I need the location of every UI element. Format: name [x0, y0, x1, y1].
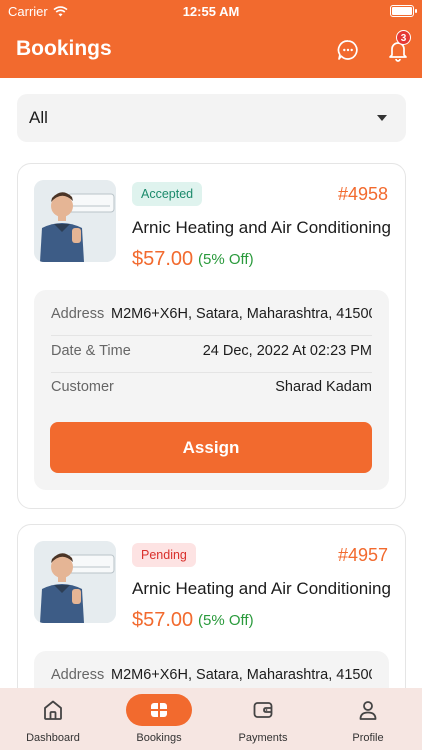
nav-label: Dashboard — [26, 732, 80, 744]
notification-badge: 3 — [396, 30, 411, 45]
status-badge: Accepted — [132, 182, 203, 206]
chat-icon[interactable] — [336, 38, 360, 62]
nav-label: Bookings — [136, 732, 182, 744]
profile-icon — [359, 701, 377, 720]
customer-value: Sharad Kadam — [275, 379, 372, 395]
address-label: Address — [51, 306, 105, 322]
page-title: Bookings — [16, 37, 112, 60]
status-bar: Carrier 12:55 AM — [0, 0, 422, 22]
booking-details: Address M2M6+X6H, Satara, Maharashtra, 4… — [34, 290, 389, 490]
nav-bookings[interactable]: Bookings — [117, 688, 201, 750]
status-filter-dropdown[interactable]: All — [17, 94, 406, 142]
address-value: M2M6+X6H, Satara, Maharashtra, 41500 — [111, 667, 372, 683]
battery-icon — [390, 5, 417, 17]
datetime-row: Date & Time 24 Dec, 2022 At 02:23 PM — [51, 333, 372, 369]
chevron-down-icon — [377, 115, 387, 121]
customer-row: Customer Sharad Kadam — [51, 369, 372, 405]
service-thumbnail — [34, 180, 116, 262]
status-time: 12:55 AM — [182, 4, 240, 19]
nav-label: Profile — [352, 732, 384, 744]
assign-button[interactable]: Assign — [50, 422, 372, 473]
datetime-value: 24 Dec, 2022 At 02:23 PM — [202, 343, 372, 359]
address-value: M2M6+X6H, Satara, Maharashtra, 41500 — [111, 306, 372, 322]
discount: (5% Off) — [198, 251, 254, 268]
bottom-navigation: Dashboard Bookings Payments Profile — [0, 688, 422, 750]
filter-selected-value: All — [29, 108, 48, 127]
service-name: Arnic Heating and Air Conditioning — [132, 579, 391, 598]
service-name: Arnic Heating and Air Conditioning — [132, 218, 391, 237]
address-row: Address M2M6+X6H, Satara, Maharashtra, 4… — [51, 296, 372, 332]
price: $57.00 — [132, 609, 194, 631]
status-badge: Pending — [132, 543, 196, 567]
nav-payments[interactable]: Payments — [221, 688, 305, 750]
nav-profile[interactable]: Profile — [326, 688, 410, 750]
service-thumbnail — [34, 541, 116, 623]
datetime-label: Date & Time — [51, 343, 131, 359]
home-icon — [44, 700, 62, 720]
booking-id: #4957 — [337, 545, 388, 565]
nav-label: Payments — [238, 732, 288, 744]
nav-dashboard[interactable]: Dashboard — [11, 688, 95, 750]
bookings-icon — [151, 703, 167, 717]
price: $57.00 — [132, 248, 194, 270]
booking-card[interactable]: Accepted #4958 Arnic Heating and Air Con… — [17, 163, 406, 509]
booking-id: #4958 — [337, 184, 388, 204]
customer-label: Customer — [51, 379, 114, 395]
app-header: Carrier 12:55 AM Bookings 3 — [0, 0, 422, 78]
address-label: Address — [51, 667, 105, 683]
wallet-icon — [253, 702, 273, 718]
discount: (5% Off) — [198, 612, 254, 629]
